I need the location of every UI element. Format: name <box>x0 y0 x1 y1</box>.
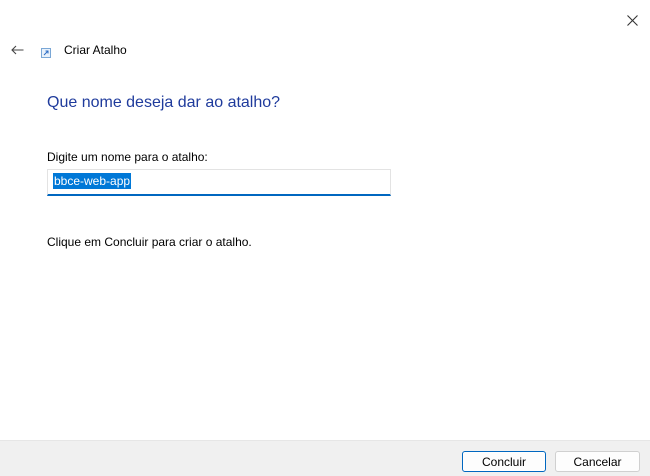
close-button[interactable] <box>618 8 646 32</box>
close-icon <box>626 14 638 26</box>
arrow-left-icon <box>10 45 23 55</box>
page-heading: Que nome deseja dar ao atalho? <box>47 94 281 111</box>
finish-hint-text: Clique em Concluir para criar o atalho. <box>47 235 252 249</box>
back-button[interactable] <box>6 40 28 60</box>
wizard-title: Criar Atalho <box>64 43 127 57</box>
finish-button[interactable]: Concluir <box>462 451 546 472</box>
name-field-label: Digite um nome para o atalho: <box>47 150 208 164</box>
shortcut-icon <box>41 48 51 58</box>
footer-bar: Concluir Cancelar <box>0 440 650 476</box>
shortcut-name-input[interactable]: bbce-web-app <box>47 169 391 196</box>
shortcut-name-value: bbce-web-app <box>53 173 132 189</box>
cancel-button[interactable]: Cancelar <box>555 451 640 472</box>
